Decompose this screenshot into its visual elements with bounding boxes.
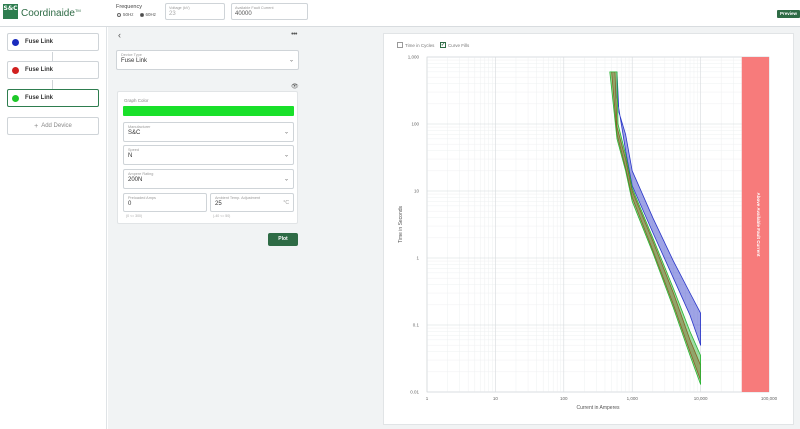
back-chevron-icon[interactable]: ‹: [118, 30, 121, 40]
radio-selected-icon: [139, 12, 144, 17]
device-settings-panel: ‹ ••• Device Type Fuse Link ⌄ 👁 Graph Co…: [108, 27, 307, 429]
y-tick-label: 1,000: [408, 55, 420, 60]
radio-icon: [117, 12, 121, 17]
chevron-down-icon: ⌄: [283, 129, 289, 136]
y-axis-label: Time in Seconds: [398, 205, 404, 243]
ampere-rating-select[interactable]: Ampere Rating 200N ⌄: [123, 169, 294, 189]
device-color-dot: [12, 66, 19, 74]
plus-icon: +: [34, 122, 39, 130]
speed-select[interactable]: Speed N ⌄: [123, 145, 294, 165]
graph-color-label: Graph Color: [124, 98, 149, 103]
device-name: Fuse Link: [25, 39, 54, 45]
device-card-2[interactable]: Fuse Link: [7, 61, 99, 79]
device-connector: [52, 52, 53, 61]
visibility-eye-icon[interactable]: 👁: [291, 83, 299, 90]
device-name: Fuse Link: [25, 67, 54, 73]
y-tick-label: 1: [416, 256, 419, 261]
x-axis-label: Current in Amperes: [576, 405, 620, 411]
chevron-down-icon: ⌄: [288, 57, 294, 64]
tcc-chart[interactable]: 1 10 100 1,000 10,000 100,000 0.01 0.1 1 10 100 1,0…: [384, 34, 795, 426]
chevron-down-icon: ⌄: [283, 176, 289, 183]
preloaded-amps-input[interactable]: Preloaded Amps 0: [123, 193, 207, 212]
x-tick-label: 10: [493, 396, 499, 401]
y-tick-label: 100: [411, 122, 419, 127]
more-options-icon[interactable]: •••: [291, 31, 297, 38]
y-tick-label: 0.1: [413, 323, 420, 328]
x-tick-label: 100: [560, 396, 568, 401]
device-color-dot: [12, 94, 19, 102]
chevron-down-icon: ⌄: [283, 152, 289, 159]
chart-card: Time in Cycles ✓ Curve Fills 1 10 100 1,000…: [383, 33, 794, 425]
preloaded-hint: (0 <= 300): [126, 214, 143, 218]
plot-button[interactable]: Plot: [268, 233, 298, 246]
device-parameters-card: Graph Color Manufacturer S&C ⌄ Speed N ⌄…: [117, 91, 298, 224]
y-tick-label: 0.01: [410, 390, 419, 395]
plot-area: [426, 56, 770, 393]
device-card-3[interactable]: Fuse Link: [7, 89, 99, 107]
brand-name: CoordinaideTM: [21, 8, 81, 19]
device-type-select[interactable]: Device Type Fuse Link ⌄: [116, 50, 299, 70]
ambient-temp-input[interactable]: Ambient Temp. Adjustment 25 °C: [210, 193, 294, 212]
celsius-suffix: °C: [283, 199, 289, 206]
app-header: S&C CoordinaideTM Frequency 50Hz 60Hz Vo…: [0, 0, 800, 27]
fault-current-field[interactable]: Available Fault Current 40000: [231, 3, 308, 20]
frequency-label: Frequency: [116, 4, 142, 10]
device-list-panel: Fuse Link Fuse Link Fuse Link + Add Devi…: [0, 27, 107, 429]
logo: S&C: [3, 4, 18, 19]
x-tick-label: 1,000: [627, 396, 639, 401]
voltage-field[interactable]: Voltage (kV) 23: [165, 3, 225, 20]
ambient-hint: (-40 <= 50): [213, 214, 231, 218]
device-connector: [52, 80, 53, 89]
frequency-radio-group: 50Hz 60Hz: [117, 12, 156, 17]
device-name: Fuse Link: [25, 95, 54, 101]
manufacturer-select[interactable]: Manufacturer S&C ⌄: [123, 122, 294, 142]
y-tick-label: 10: [414, 189, 420, 194]
freq-50hz-radio[interactable]: 50Hz: [117, 12, 134, 17]
graph-color-swatch[interactable]: [123, 106, 294, 116]
x-tick-label: 1: [426, 396, 429, 401]
freq-60hz-radio[interactable]: 60Hz: [139, 12, 156, 17]
x-tick-label: 10,000: [694, 396, 708, 401]
device-color-dot: [12, 38, 19, 46]
fault-current-band: [741, 57, 769, 392]
x-tick-label: 100,000: [761, 396, 778, 401]
fault-band-label: Above Available Fault Current: [756, 193, 761, 257]
preview-button[interactable]: Preview: [776, 10, 800, 18]
device-card-1[interactable]: Fuse Link: [7, 33, 99, 51]
add-device-button[interactable]: + Add Device: [7, 117, 99, 135]
